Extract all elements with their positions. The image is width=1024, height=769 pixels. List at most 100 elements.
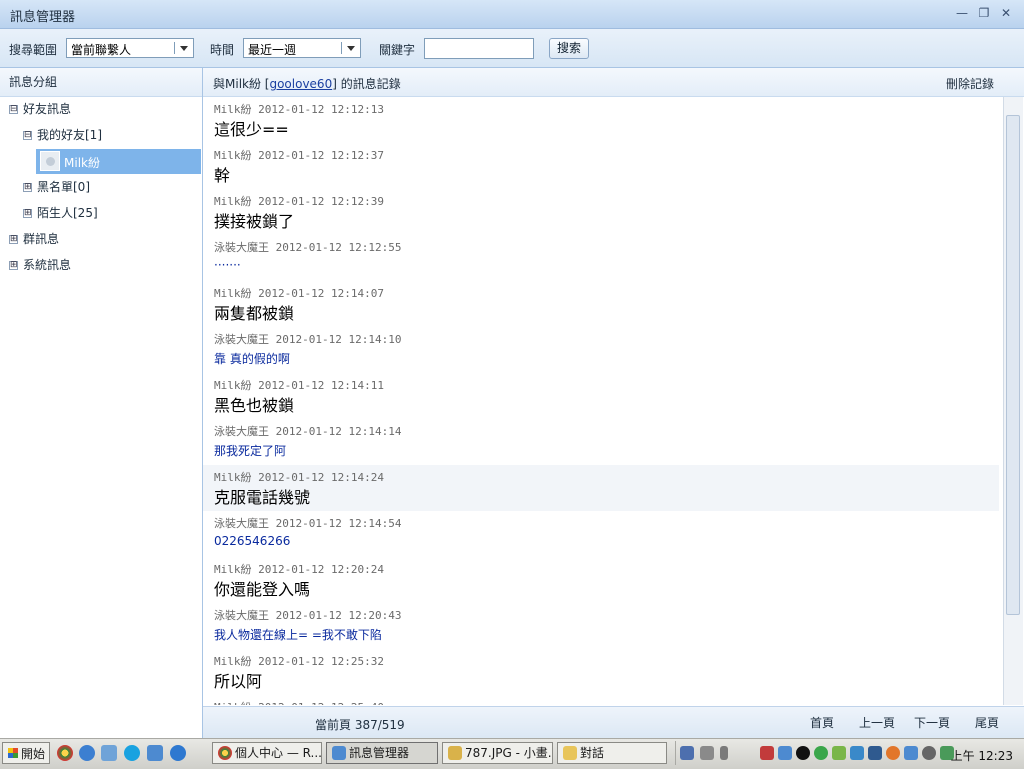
collapse-icon[interactable]: ⊟ (23, 131, 32, 140)
dropbox-icon[interactable] (850, 746, 864, 760)
media-player-icon[interactable] (79, 745, 95, 761)
history-header: 與Milk紛 [goolove60] 的訊息記錄 刪除記錄 (203, 68, 1024, 97)
tree-node-blacklist[interactable]: ⊞ 黑名單[0] (23, 176, 90, 198)
messenger-icon[interactable] (147, 745, 163, 761)
chevron-down-icon[interactable] (346, 42, 356, 54)
message-meta: Milk紛 2012-01-12 12:25:40 (214, 699, 384, 705)
contact-id-link[interactable]: goolove60 (269, 77, 332, 91)
message-text: 所以阿 (214, 672, 263, 691)
expand-icon[interactable]: ⊞ (9, 261, 18, 270)
expand-icon[interactable]: ⊞ (9, 235, 18, 244)
start-button[interactable]: 開始 (2, 742, 50, 764)
last-page-button[interactable]: 尾頁 (975, 714, 999, 731)
close-icon[interactable]: ✕ (998, 4, 1014, 22)
window-icon[interactable] (101, 745, 117, 761)
window-controls: — ❐ ✕ (954, 4, 1014, 22)
message-text: 0226546266 (214, 534, 291, 548)
message-item: Milk紛 2012-01-12 12:12:37 幹 (203, 143, 999, 189)
tree-node-my-friends[interactable]: ⊟ 我的好友[1] (23, 124, 102, 146)
tree-node-group-messages[interactable]: ⊞ 群訊息 (9, 228, 59, 250)
language-icon[interactable] (680, 746, 694, 760)
page-indicator: 當前頁 387/519 (315, 718, 405, 732)
qq-icon[interactable] (796, 746, 810, 760)
internet-explorer-icon[interactable] (170, 745, 186, 761)
first-page-button[interactable]: 首頁 (810, 714, 834, 731)
message-text: ······· (214, 258, 241, 272)
message-history-panel: 與Milk紛 [goolove60] 的訊息記錄 刪除記錄 Milk紛 2012… (203, 68, 1024, 738)
select-divider (174, 42, 175, 54)
message-meta: Milk紛 2012-01-12 12:12:37 (214, 147, 384, 163)
task-message-manager[interactable]: 訊息管理器 (326, 742, 438, 764)
restore-icon[interactable]: ❐ (976, 4, 992, 22)
message-meta: 泳裝大魔王 2012-01-12 12:14:14 (214, 423, 401, 439)
tree-node-system-messages[interactable]: ⊞ 系統訊息 (9, 254, 71, 276)
message-meta: Milk紛 2012-01-12 12:14:24 (214, 469, 384, 485)
message-sender: 泳裝大魔王 (214, 609, 269, 622)
default-avatar-icon (45, 156, 55, 166)
history-title: 與Milk紛 [goolove60] 的訊息記錄 (213, 75, 401, 92)
message-item: Milk紛 2012-01-12 12:14:07 兩隻都被鎖 (203, 281, 999, 327)
messenger-icon[interactable] (904, 746, 918, 760)
expand-icon[interactable]: ⊞ (23, 209, 32, 218)
tree-label: 系統訊息 (23, 258, 72, 272)
update-icon[interactable] (886, 746, 900, 760)
message-sender: Milk紛 (214, 195, 252, 208)
message-sender: 泳裝大魔王 (214, 517, 269, 530)
contact-item-selected[interactable]: Milk紛 (36, 149, 201, 174)
message-text: 黑色也被鎖 (214, 396, 295, 415)
network-icon[interactable] (832, 746, 846, 760)
skype-icon[interactable] (124, 745, 140, 761)
message-sender: Milk紛 (214, 379, 252, 392)
sidebar-header: 訊息分組 (0, 68, 202, 97)
title-suffix: ] 的訊息記錄 (332, 77, 401, 91)
message-item: 泳裝大魔王 2012-01-12 12:14:14 那我死定了阿 (203, 419, 999, 465)
task-paint[interactable]: 787.JPG - 小畫... (442, 742, 553, 764)
tree-node-strangers[interactable]: ⊞ 陌生人[25] (23, 202, 98, 224)
message-time: 2012-01-12 12:14:54 (275, 517, 402, 530)
scope-select[interactable]: 當前聯繫人 (66, 38, 194, 58)
message-item: Milk紛 2012-01-12 12:12:13 這很少== (203, 97, 999, 143)
title-prefix: 與Milk紛 [ (213, 77, 270, 91)
message-time: 2012-01-12 12:14:10 (275, 333, 402, 346)
minimize-icon[interactable]: — (954, 4, 970, 22)
time-select-value: 最近一週 (248, 43, 297, 57)
message-text: 撲接被鎖了 (214, 212, 295, 231)
message-time: 2012-01-12 12:14:14 (275, 425, 402, 438)
message-meta: 泳裝大魔王 2012-01-12 12:14:10 (214, 331, 401, 347)
message-text: 這很少== (214, 120, 289, 139)
message-time: 2012-01-12 12:12:37 (258, 149, 384, 162)
tree-label: 陌生人[25] (37, 206, 98, 220)
scrollbar[interactable] (1003, 97, 1023, 705)
expand-icon[interactable]: ⊞ (23, 183, 32, 192)
app-icon[interactable] (760, 746, 774, 760)
prev-page-button[interactable]: 上一頁 (859, 714, 895, 731)
message-meta: Milk紛 2012-01-12 12:14:07 (214, 285, 384, 301)
keyword-input[interactable] (424, 38, 534, 59)
delete-records-button[interactable]: 刪除記錄 (946, 75, 994, 92)
collapse-icon[interactable]: ⊟ (9, 105, 18, 114)
message-time: 2012-01-12 12:14:11 (258, 379, 384, 392)
tool-icon[interactable] (700, 746, 714, 760)
tree-node-friend-messages[interactable]: ⊟ 好友訊息 (9, 98, 71, 120)
chrome-icon[interactable] (57, 745, 73, 761)
toolbar-grip-icon (720, 746, 728, 760)
message-list[interactable]: Milk紛 2012-01-12 12:12:13 這很少== Milk紛 2012… (203, 97, 1001, 705)
task-conversation[interactable]: 對話 (557, 742, 667, 764)
next-page-button[interactable]: 下一頁 (914, 714, 950, 731)
search-button[interactable]: 搜索 (549, 38, 589, 59)
message-time: 2012-01-12 12:12:55 (275, 241, 402, 254)
message-sender: 泳裝大魔王 (214, 333, 269, 346)
time-select[interactable]: 最近一週 (243, 38, 361, 58)
title-bar: 訊息管理器 — ❐ ✕ (0, 0, 1024, 29)
message-item: Milk紛 2012-01-12 12:14:11 黑色也被鎖 (203, 373, 999, 419)
settings-icon[interactable] (922, 746, 936, 760)
task-label: 對話 (580, 746, 605, 760)
scroll-thumb[interactable] (1006, 115, 1020, 615)
task-chrome[interactable]: 個人中心 — R... (212, 742, 322, 764)
message-sender: 泳裝大魔王 (214, 241, 269, 254)
monitor-icon[interactable] (868, 746, 882, 760)
security-icon[interactable] (814, 746, 828, 760)
task-label: 個人中心 — R... (235, 746, 322, 760)
messenger-icon[interactable] (778, 746, 792, 760)
chevron-down-icon[interactable] (179, 42, 189, 54)
